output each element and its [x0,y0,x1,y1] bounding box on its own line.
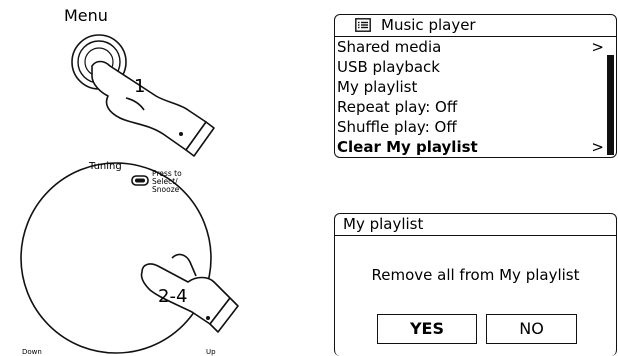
menu-item-clear-my-playlist[interactable]: Clear My playlist > [335,137,606,157]
chevron-right-icon: > [591,138,604,156]
screen-title-bar: Music player [335,15,616,37]
chevron-right-icon: > [591,38,604,56]
menu-item-shuffle-play[interactable]: Shuffle play: Off [335,117,606,137]
screen-title: Music player [381,16,476,34]
dialog-message: Remove all from My playlist [371,266,580,284]
step-1-label: 1 [134,76,146,97]
up-label: Up [206,348,216,356]
my-playlist-screen: My playlist Remove all from My playlist … [334,213,617,356]
menu-list-icon [355,18,371,32]
yes-button[interactable]: YES [377,314,477,344]
hand-detail [179,132,183,136]
menu-item-usb-playback[interactable]: USB playback [335,57,606,77]
step-2-4-label: 2-4 [158,286,188,307]
music-player-screen: Music player Shared media > USB playback… [334,14,617,158]
menu-list: Shared media > USB playback My playlist … [335,37,606,157]
hand-icon [91,60,215,157]
down-label: Down [22,348,42,356]
select-snooze-button[interactable] [131,175,149,186]
scrollbar[interactable] [607,55,614,155]
dialog-title: My playlist [335,214,616,236]
menu-item-my-playlist[interactable]: My playlist [335,77,606,97]
tuning-dial[interactable] [20,162,212,354]
no-button[interactable]: NO [486,314,577,344]
tuning-label: Tuning [89,161,122,172]
menu-item-shared-media[interactable]: Shared media > [335,37,606,57]
menu-item-repeat-play[interactable]: Repeat play: Off [335,97,606,117]
press-to-label: Press to Select/ Snooze [152,169,182,194]
hand-detail [206,316,210,320]
